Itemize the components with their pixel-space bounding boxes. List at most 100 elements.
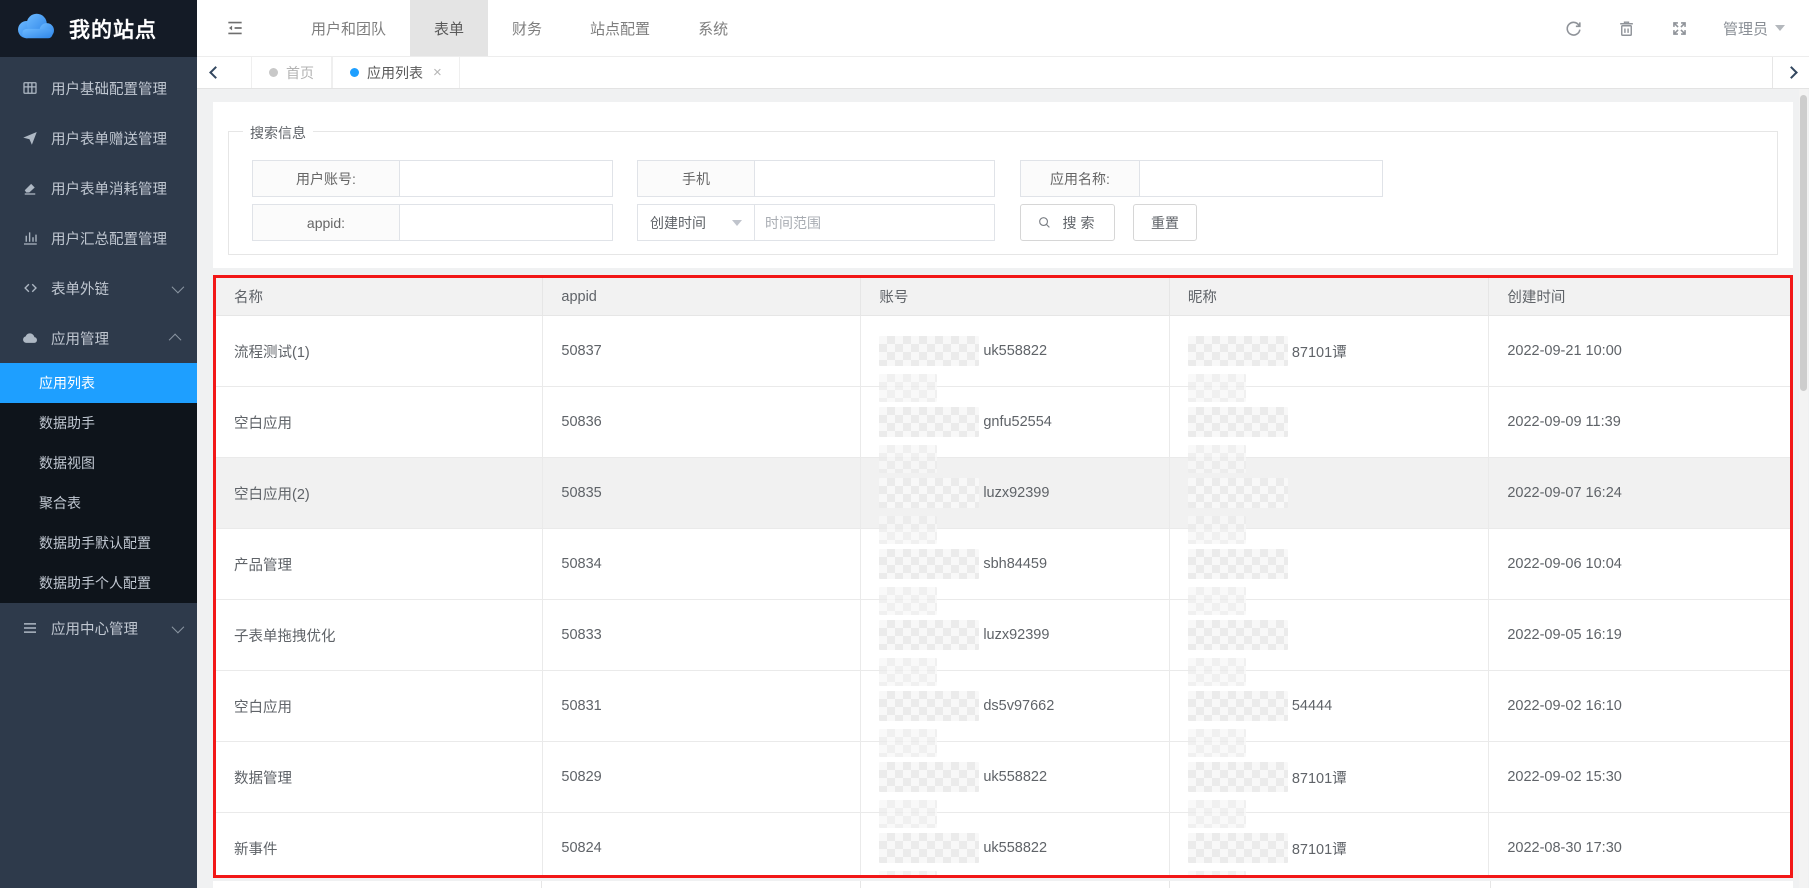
- field-time: 创建时间: [637, 204, 995, 241]
- tabs-scroll-left-button[interactable]: [197, 57, 233, 88]
- app-name-input[interactable]: [1140, 160, 1383, 197]
- brand-logo[interactable]: 我的站点: [0, 0, 197, 57]
- table-row: 空白应用(2)50835luzx923992022-09-07 16:24: [216, 458, 1790, 529]
- sidebar-item-用户基础配置管理[interactable]: 用户基础配置管理: [0, 63, 197, 113]
- sidebar-item-用户表单消耗管理[interactable]: 用户表单消耗管理: [0, 163, 197, 213]
- sidebar-item-label: 用户表单消耗管理: [51, 178, 181, 199]
- fullscreen-icon[interactable]: [1670, 19, 1689, 38]
- time-type-select[interactable]: 创建时间: [637, 204, 755, 241]
- brand-title: 我的站点: [69, 14, 157, 44]
- account-value: uk558822: [983, 840, 1047, 856]
- scrollbar-thumb[interactable]: [1800, 95, 1807, 391]
- nav-item-表单[interactable]: 表单: [410, 0, 488, 56]
- submenu-item-数据助手[interactable]: 数据助手: [0, 403, 197, 443]
- appid-cell: 50829: [543, 742, 861, 812]
- submenu-item-数据助手默认配置[interactable]: 数据助手默认配置: [0, 523, 197, 563]
- appid-input[interactable]: [400, 204, 613, 241]
- phone-input[interactable]: [755, 160, 995, 197]
- appid-cell: 50834: [543, 529, 861, 599]
- reset-button[interactable]: 重置: [1133, 204, 1197, 241]
- privacy-blur: [879, 762, 979, 792]
- nav-item-用户和团队[interactable]: 用户和团队: [287, 0, 410, 56]
- tab-status-dot: [269, 68, 278, 77]
- sidebar-item-用户表单赠送管理[interactable]: 用户表单赠送管理: [0, 113, 197, 163]
- created-cell: 2022-09-05 16:19: [1489, 600, 1790, 670]
- close-icon[interactable]: ×: [433, 64, 442, 81]
- navbar-actions: 管理员: [1564, 18, 1809, 39]
- privacy-blur: [1188, 516, 1246, 544]
- list-icon: [21, 619, 39, 637]
- tabs-right-controls: [1772, 57, 1809, 88]
- user-menu[interactable]: 管理员: [1723, 18, 1785, 39]
- divider: [1491, 881, 1793, 888]
- search-icon: [1037, 215, 1052, 230]
- field-appid: appid:: [252, 204, 613, 241]
- sidebar-item-应用管理[interactable]: 应用管理: [0, 313, 197, 363]
- submenu-item-聚合表[interactable]: 聚合表: [0, 483, 197, 523]
- vertical-scrollbar: [1799, 89, 1808, 888]
- created-cell: 2022-09-02 15:30: [1489, 742, 1790, 812]
- tab-status-dot: [350, 68, 359, 77]
- page-tab-首页[interactable]: 首页: [251, 57, 332, 88]
- search-button[interactable]: 搜索: [1020, 204, 1115, 241]
- chevron-left-icon: [209, 66, 222, 79]
- submenu-item-数据助手个人配置[interactable]: 数据助手个人配置: [0, 563, 197, 603]
- privacy-blur: [879, 516, 937, 544]
- account-cell: uk558822: [861, 316, 1170, 386]
- created-cell: 2022-09-09 11:39: [1489, 387, 1790, 457]
- page-tab-应用列表[interactable]: 应用列表×: [332, 57, 460, 88]
- privacy-blur: [879, 871, 937, 878]
- nickname-value: 87101谭: [1292, 767, 1347, 788]
- phone-label: 手机: [637, 160, 755, 197]
- sidebar-menu-bottom: 应用中心管理: [0, 603, 197, 653]
- privacy-blur: [879, 478, 979, 508]
- tabs-scroll-right-button[interactable]: [1773, 57, 1809, 88]
- cloud-logo-icon: [13, 11, 59, 46]
- created-cell: 2022-09-06 10:04: [1489, 529, 1790, 599]
- privacy-blur: [879, 445, 937, 473]
- nickname-value: 87101谭: [1292, 838, 1347, 859]
- open-page-tabs: 首页应用列表×: [251, 57, 460, 88]
- chevron-down-icon: [732, 220, 742, 226]
- privacy-blur: [879, 549, 979, 579]
- chevron-right-icon: [1785, 66, 1798, 79]
- privacy-blur: [1188, 762, 1288, 792]
- created-cell: 2022-09-07 16:24: [1489, 458, 1790, 528]
- table-row: 数据管理50829uk55882287101谭2022-09-02 15:30: [216, 742, 1790, 813]
- created-cell: 2022-09-02 16:10: [1489, 671, 1790, 741]
- refresh-icon[interactable]: [1564, 19, 1583, 38]
- main-content: 搜索信息 用户账号: 手机 应用名称: appid: 创建时间: [197, 89, 1809, 888]
- search-legend: 搜索信息: [243, 123, 313, 143]
- time-range-input[interactable]: [755, 204, 995, 241]
- name-cell: 空白应用: [216, 671, 543, 741]
- account-value: luzx92399: [983, 485, 1049, 501]
- sidebar-item-用户汇总配置管理[interactable]: 用户汇总配置管理: [0, 213, 197, 263]
- privacy-blur: [1188, 620, 1288, 650]
- nav-tabs: 用户和团队表单财务站点配置系统: [287, 0, 752, 56]
- submenu-item-数据视图[interactable]: 数据视图: [0, 443, 197, 483]
- table-row: 空白应用50831ds5v97662544442022-09-02 16:10: [216, 671, 1790, 742]
- account-value: uk558822: [983, 343, 1047, 359]
- divider: [861, 881, 1171, 888]
- nav-item-财务[interactable]: 财务: [488, 0, 566, 56]
- nav-item-系统[interactable]: 系统: [674, 0, 752, 56]
- col-header-name: 名称: [216, 278, 543, 315]
- account-value: sbh84459: [983, 556, 1047, 572]
- nav-item-站点配置[interactable]: 站点配置: [566, 0, 674, 56]
- app-name-label: 应用名称:: [1020, 160, 1140, 197]
- table-row: 产品管理50834sbh844592022-09-06 10:04: [216, 529, 1790, 600]
- collapse-sidebar-icon[interactable]: [225, 18, 245, 38]
- appid-cell: 50824: [543, 813, 861, 878]
- trash-icon[interactable]: [1617, 19, 1636, 38]
- created-cell: 2022-08-30 17:30: [1489, 813, 1790, 878]
- name-cell: 空白应用: [216, 387, 543, 457]
- time-type-value: 创建时间: [650, 213, 706, 233]
- sidebar: 我的站点 用户基础配置管理用户表单赠送管理用户表单消耗管理用户汇总配置管理表单外…: [0, 0, 197, 888]
- sidebar-item-应用中心管理[interactable]: 应用中心管理: [0, 603, 197, 653]
- col-header-nickname: 昵称: [1170, 278, 1490, 315]
- nickname-value: 87101谭: [1292, 341, 1347, 362]
- privacy-blur: [1188, 729, 1246, 757]
- sidebar-item-表单外链[interactable]: 表单外链: [0, 263, 197, 313]
- user-account-input[interactable]: [400, 160, 613, 197]
- submenu-item-应用列表[interactable]: 应用列表: [0, 363, 197, 403]
